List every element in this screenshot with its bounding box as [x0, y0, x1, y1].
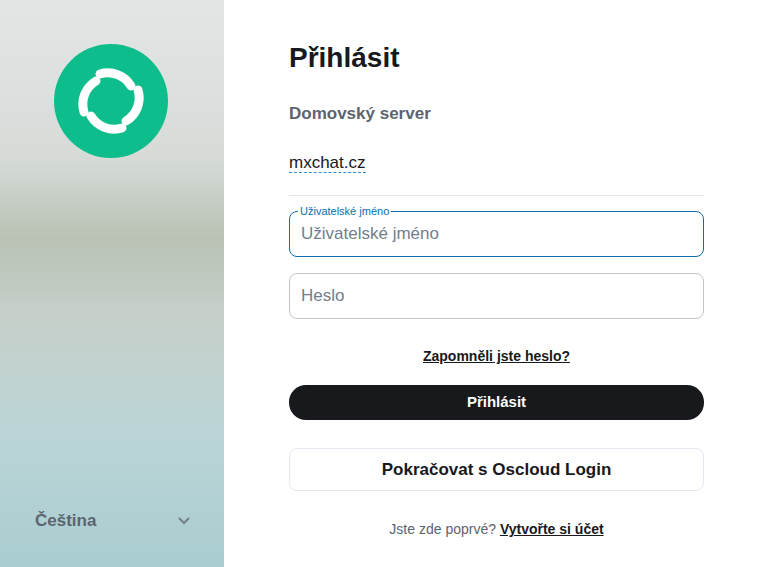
homeserver-label: Domovský server	[289, 102, 704, 126]
page-title: Přihlásit	[289, 40, 704, 76]
sso-button[interactable]: Pokračovat s Oscloud Login	[289, 448, 704, 492]
homeserver-link[interactable]: mxchat.cz	[289, 153, 366, 173]
login-field: Uživatelské jméno	[289, 211, 704, 257]
divider	[289, 195, 704, 196]
language-selector[interactable]: Čeština	[0, 509, 224, 567]
element-logo-icon	[54, 44, 168, 158]
footer-text: Jste zde poprvé?	[389, 521, 496, 537]
sign-in-button[interactable]: Přihlásit	[289, 385, 704, 420]
background-panel: Čeština	[0, 0, 224, 567]
field-label: Uživatelské jméno	[298, 205, 391, 217]
create-account-link[interactable]: Vytvořte si účet	[500, 521, 604, 537]
login-panel: Přihlásit Domovský server mxchat.cz Uživate…	[224, 0, 771, 567]
username-input[interactable]	[289, 211, 704, 257]
forgot-row: Zapomněli jste heslo?	[289, 346, 704, 366]
login-field	[289, 273, 704, 319]
footer: Jste zde poprvé? Vytvořte si účet	[289, 519, 704, 539]
language-label: Čeština	[35, 509, 96, 533]
forgot-password-link[interactable]: Zapomněli jste heslo?	[423, 348, 570, 364]
chevron-down-icon	[178, 517, 190, 525]
password-input[interactable]	[289, 273, 704, 319]
homeserver-value: mxchat.cz	[289, 151, 704, 175]
